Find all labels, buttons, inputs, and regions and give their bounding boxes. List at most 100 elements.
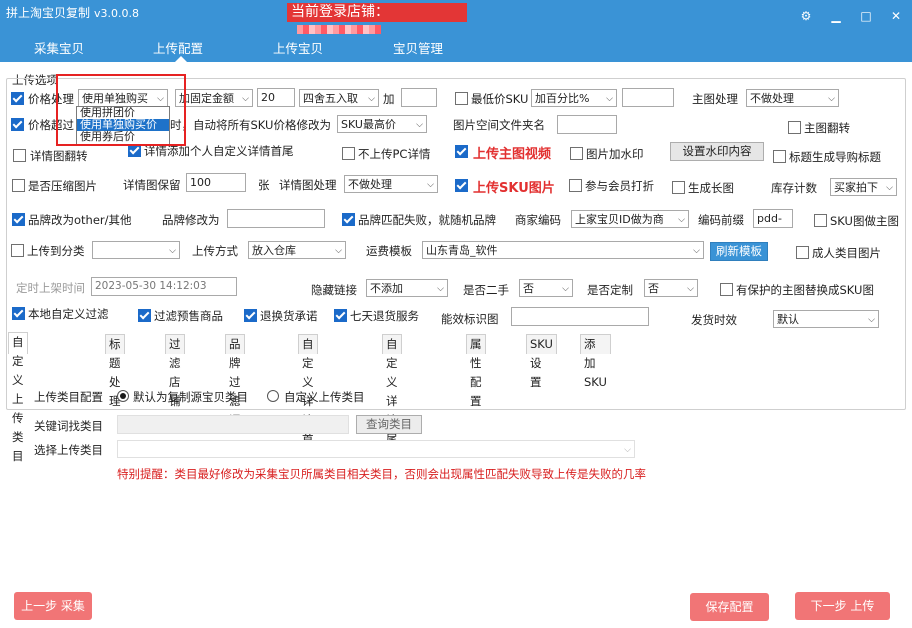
category-default-radio[interactable] [117,390,129,402]
select-category-label: 选择上传类目 [34,443,103,457]
tab-custom-category[interactable]: 自定义上传类目 [8,332,28,463]
no-pc-checkbox[interactable] [342,147,355,160]
brand-change-input[interactable] [227,209,325,228]
delivery-select[interactable]: 默认 ⌵ [773,310,879,328]
delivery-label: 发货时效 [691,313,737,327]
upload-category-label: 上传到分类 [27,244,85,258]
upload-method-label: 上传方式 [192,244,238,258]
app-version: v3.0.0.8 [94,7,140,20]
current-store-badge: 当前登录店铺： [287,3,467,38]
select-category-dropdown[interactable]: ⌵ [117,440,635,458]
folder-input[interactable] [557,115,617,134]
member-checkbox[interactable] [569,179,582,192]
custom-made-select[interactable]: 否 ⌵ [644,279,698,297]
category-custom-label: 自定义上传类目 [284,390,365,404]
watermark-button[interactable]: 设置水印内容 [670,142,764,161]
schedule-label: 定时上架时间 [16,281,85,295]
sku-main-checkbox[interactable] [814,214,827,227]
tab-detail-head[interactable]: 自定义详情首 [298,334,318,446]
member-label: 参与会员打折 [585,179,654,193]
tab-detail-tail[interactable]: 自定义详情尾 [382,334,402,446]
second-hand-label: 是否二手 [463,283,509,297]
watermark-checkbox[interactable] [570,147,583,160]
sku-main-label: SKU图做主图 [830,214,899,228]
category-warning: 特别提醒：类目最好修改为采集宝贝所属类目相关类目，否则会出现属性匹配失败导致上传… [117,467,646,481]
add-input[interactable] [401,88,437,107]
upload-method-select[interactable]: 放入仓库 ⌵ [248,241,346,259]
protected-main-checkbox[interactable] [720,283,733,296]
main-video-checkbox[interactable] [455,145,468,158]
tab-filter-shop[interactable]: 过滤店铺 [165,334,185,408]
prev-step-button[interactable]: 上一步 采集 [14,592,92,620]
percent-select[interactable]: 加百分比% ⌵ [531,89,617,107]
local-filter-checkbox[interactable] [12,307,25,320]
maximize-icon[interactable]: □ [858,8,874,24]
nav-item-manage[interactable]: 宝贝管理 [393,38,443,57]
tab-sku-settings[interactable]: SKU设置 [526,334,557,389]
tab-attributes[interactable]: 属性配置 [466,334,486,408]
keep-input[interactable]: 100 [186,173,246,192]
detail-process-select[interactable]: 不做处理 ⌵ [344,175,438,193]
tab-brand-filter[interactable]: 品牌过滤词 [225,334,245,427]
second-hand-select[interactable]: 否 ⌵ [519,279,573,297]
brand-other-checkbox[interactable] [12,213,25,226]
merchant-code-select[interactable]: 上家宝贝ID做为商 ⌵ [571,210,689,228]
title-guide-checkbox[interactable] [773,150,786,163]
auto-price-text: 时，自动将所有SKU价格修改为 [170,118,331,132]
highlight-annotation [56,74,186,146]
app-title: 拼上淘宝贝复制 v3.0.0.8 [6,6,140,20]
code-prefix-input[interactable]: pdd- [753,209,793,228]
stock-select[interactable]: 买家拍下 ⌵ [830,178,897,196]
percent-input[interactable] [622,88,674,107]
save-config-button[interactable]: 保存配置 [690,593,769,621]
minimize-icon[interactable]: ▁ [828,8,844,24]
settings-icon[interactable]: ⚙ [798,8,814,24]
custom-made-label: 是否定制 [587,283,633,297]
main-flip-checkbox[interactable] [788,121,801,134]
refresh-template-button[interactable]: 刷新模板 [710,242,768,261]
title-guide-label: 标题生成导购标题 [789,150,881,164]
nav-collect[interactable]: 采集宝贝 [34,38,84,57]
efficacy-input[interactable] [511,307,649,326]
upload-category-select[interactable]: ⌵ [92,241,180,259]
freight-select[interactable]: 山东青岛_软件 ⌵ [422,241,704,259]
main-image-select[interactable]: 不做处理 ⌵ [746,89,839,107]
keep-unit: 张 [258,178,270,192]
keyword-category-input[interactable] [117,415,349,434]
compress-checkbox[interactable] [12,179,25,192]
seven-days-label: 七天退货服务 [350,309,419,323]
rounding-select[interactable]: 四舍五入取 ⌵ [299,89,379,107]
adult-category-checkbox[interactable] [796,246,809,259]
fixed-amount-select[interactable]: 加固定金额 ⌵ [175,89,253,107]
seven-days-checkbox[interactable] [334,309,347,322]
tab-title[interactable]: 标题处理 [105,334,125,408]
fixed-amount-input[interactable]: 20 [257,88,295,107]
efficacy-label: 能效标识图 [441,312,499,326]
upload-category-checkbox[interactable] [11,244,24,257]
sku-image-checkbox[interactable] [455,179,468,192]
category-default-label: 默认为复制源宝贝类目 [133,390,248,404]
nav-upload-config[interactable]: 上传配置 [153,38,203,57]
sku-price-select[interactable]: SKU最高价 ⌵ [337,115,427,133]
min-sku-label: 最低价SKU [471,92,529,106]
pre-sale-checkbox[interactable] [138,309,151,322]
long-image-checkbox[interactable] [672,181,685,194]
price-over-checkbox[interactable] [11,118,24,131]
keyword-category-label: 关键词找类目 [34,419,103,433]
next-step-button[interactable]: 下一步 上传 [795,592,890,620]
tab-add-sku[interactable]: 添加SKU [580,334,611,389]
protected-main-label: 有保护的主图替换成SKU图 [736,283,874,297]
nav-upload-items[interactable]: 上传宝贝 [273,38,323,57]
main-flip-label: 主图翻转 [804,121,850,135]
return-promise-checkbox[interactable] [244,309,257,322]
hidden-link-select[interactable]: 不添加 ⌵ [366,279,448,297]
brand-match-checkbox[interactable] [342,213,355,226]
close-icon[interactable]: ✕ [888,8,904,24]
min-sku-checkbox[interactable] [455,92,468,105]
category-custom-radio[interactable] [267,390,279,402]
detail-flip-checkbox[interactable] [13,149,26,162]
schedule-datetime-input[interactable]: 2023-05-30 14:12:03 [91,277,237,296]
query-category-button[interactable]: 查询类目 [356,415,422,434]
price-process-checkbox[interactable] [11,92,24,105]
content-area: 上传选项 价格处理 使用单独购买 ⌵ 加固定金额 ⌵ 20 四舍五入取 ⌵ 加 最低价… [0,62,912,628]
